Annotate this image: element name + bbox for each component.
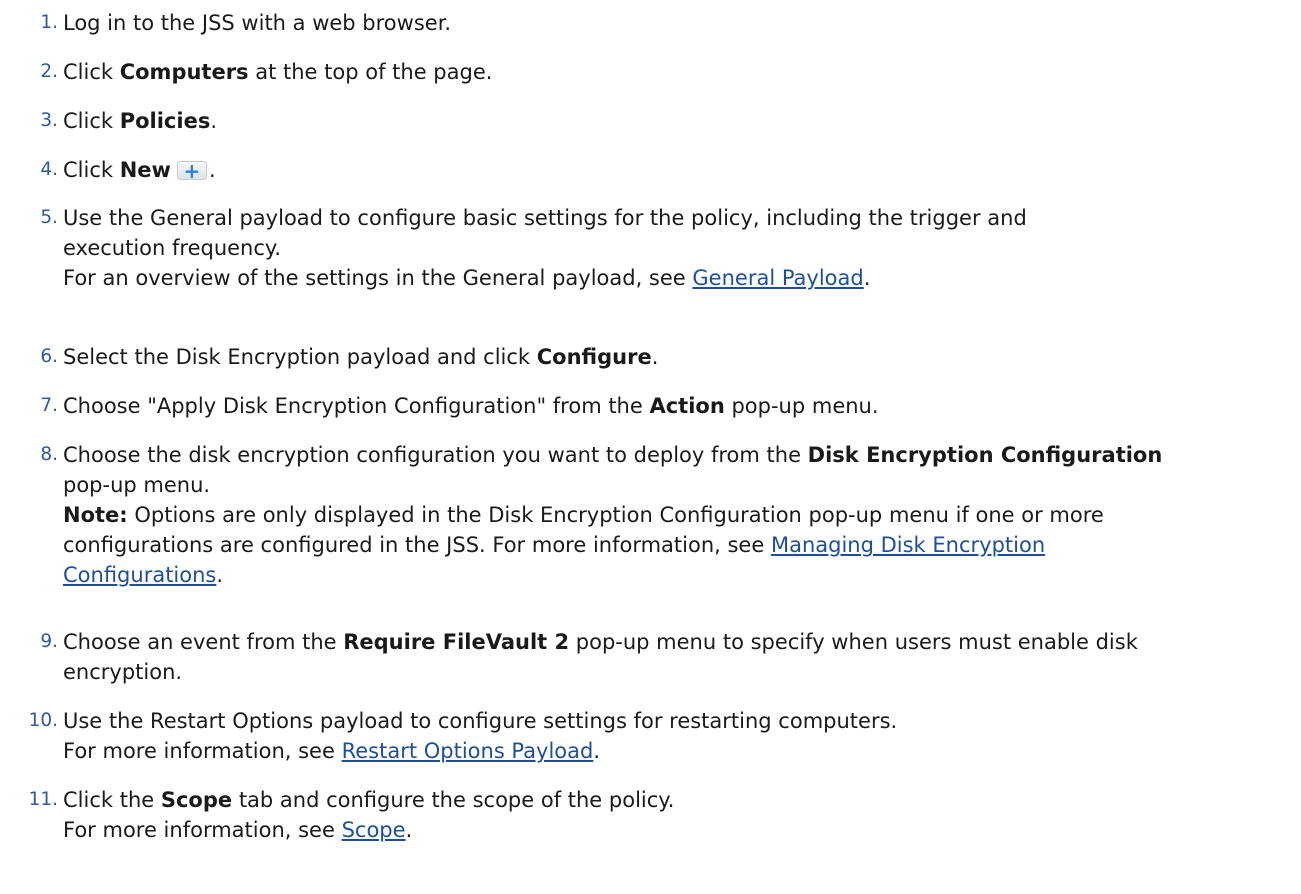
step-number: 1. [40, 12, 58, 33]
step-number: 11. [28, 789, 58, 810]
step-text: . [405, 818, 413, 842]
step-text: encryption. [63, 660, 183, 684]
link-scope[interactable]: Scope [342, 818, 406, 842]
step-text: pop-up menu. [63, 473, 211, 497]
plus-glyph: + [183, 159, 201, 183]
step-number: 4. [40, 159, 58, 180]
step-text: Click [63, 109, 120, 133]
ui-term-action: Action [649, 394, 725, 418]
step-text: Choose "Apply Disk Encryption Configurat… [63, 394, 650, 418]
step-number: 3. [40, 110, 58, 131]
step-text: . [651, 345, 659, 369]
step-text: Choose the disk encryption configuration… [63, 443, 808, 467]
ui-term-configure: Configure [536, 345, 652, 369]
step-text: . [863, 266, 871, 290]
step-text: Log in to the JSS with a web browser. [63, 11, 452, 35]
step-text: . [208, 158, 216, 182]
step-text: Choose an event from the [63, 630, 344, 654]
ui-term-require-filevault-2: Require FileVault 2 [343, 630, 570, 654]
step-number: 9. [40, 631, 58, 652]
note-label: Note: [63, 503, 128, 527]
step-number: 7. [40, 395, 58, 416]
step-text: pop-up menu to specify when users must e… [569, 630, 1138, 654]
link-restart-options-payload[interactable]: Restart Options Payload [342, 739, 594, 763]
step-text: For more information, see [63, 739, 342, 763]
step-text: . [210, 109, 218, 133]
step-text: For more information, see [63, 818, 342, 842]
link-managing-disk-encryption-part1[interactable]: Managing Disk Encryption [771, 533, 1045, 557]
step-text: execution frequency. [63, 236, 282, 260]
note-text: Options are only displayed in the Disk E… [127, 503, 1104, 527]
step-text: at the top of the page. [248, 60, 493, 84]
step-text: Click [63, 158, 120, 182]
step-number: 5. [40, 207, 58, 228]
plus-icon: + [176, 159, 207, 183]
step-text: Use the General payload to configure bas… [63, 206, 1027, 230]
step-text: . [593, 739, 601, 763]
step-text: . [216, 563, 224, 587]
step-text: Select the Disk Encryption payload and c… [63, 345, 537, 369]
note-text: configurations are configured in the JSS… [63, 533, 771, 557]
step-text: Click the [63, 788, 161, 812]
ui-term-new: New [119, 158, 171, 182]
step-text: Use the Restart Options payload to confi… [63, 709, 898, 733]
step-text: tab and configure the scope of the polic… [232, 788, 675, 812]
step-text: Click [63, 60, 120, 84]
ui-term-disk-encryption-configuration: Disk Encryption Configuration [807, 443, 1163, 467]
link-general-payload[interactable]: General Payload [692, 266, 863, 290]
link-managing-disk-encryption-part2[interactable]: Configurations [63, 563, 216, 587]
step-number: 8. [40, 444, 58, 465]
ui-term-scope: Scope [160, 788, 233, 812]
step-number: 6. [40, 346, 58, 367]
ui-term-policies: Policies [119, 109, 211, 133]
step-number: 10. [28, 710, 58, 731]
step-text: pop-up menu. [724, 394, 879, 418]
step-number: 2. [40, 61, 58, 82]
ui-term-computers: Computers [119, 60, 249, 84]
step-text: For an overview of the settings in the G… [63, 266, 693, 290]
